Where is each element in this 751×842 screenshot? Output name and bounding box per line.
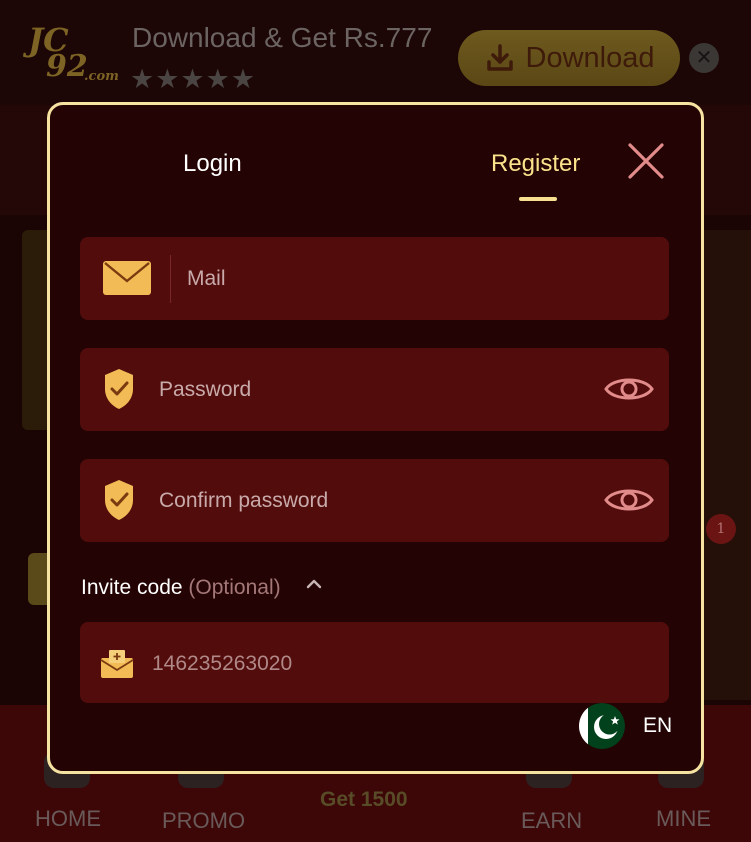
close-icon[interactable] <box>626 141 666 181</box>
nav-mine[interactable]: MINE <box>656 806 711 832</box>
banner-close-button[interactable]: ✕ <box>689 43 719 73</box>
rating-stars: ★★★★★ <box>130 64 257 94</box>
active-tab-indicator <box>519 197 557 201</box>
confirm-password-placeholder: Confirm password <box>159 489 329 512</box>
download-button-label: Download <box>525 41 655 74</box>
download-banner: JC 92 .com Download & Get Rs.777 ★★★★★ D… <box>0 0 751 105</box>
nav-earn[interactable]: EARN <box>521 808 582 834</box>
shield-check-icon <box>105 369 133 409</box>
invite-code-value: 146235263020 <box>152 652 293 675</box>
tab-register[interactable]: Register <box>491 150 580 178</box>
download-button[interactable]: Download <box>458 30 680 86</box>
mail-placeholder: Mail <box>187 267 226 290</box>
eye-icon[interactable] <box>604 484 654 516</box>
password-field[interactable]: Password <box>80 348 669 431</box>
chevron-up-icon[interactable] <box>305 575 323 593</box>
language-selector[interactable]: EN <box>579 703 672 749</box>
invite-code-label-text: Invite code <box>81 576 183 599</box>
shield-check-icon <box>105 480 133 520</box>
invite-code-label[interactable]: Invite code (Optional) <box>81 576 281 600</box>
download-icon <box>486 44 513 71</box>
nav-home[interactable]: HOME <box>35 806 101 832</box>
invite-code-optional: (Optional) <box>188 576 281 599</box>
register-modal: Login Register Mail Password Confirm pas… <box>47 102 704 774</box>
tab-login[interactable]: Login <box>183 150 242 178</box>
mail-field[interactable]: Mail <box>80 237 669 320</box>
background-game-column <box>700 230 751 700</box>
brand-logo: JC 92 .com <box>24 22 119 88</box>
language-code: EN <box>643 714 673 737</box>
pakistan-flag-icon <box>579 703 625 749</box>
mail-icon <box>103 261 151 295</box>
password-placeholder: Password <box>159 378 252 401</box>
banner-promo-text: Download & Get Rs.777 <box>132 22 433 53</box>
invite-code-field[interactable]: 146235263020 <box>80 622 669 703</box>
notification-badge: 1 <box>706 514 736 544</box>
logo-text-line2: 92 <box>46 49 88 84</box>
gift-mail-icon <box>100 650 134 678</box>
nav-promo[interactable]: PROMO <box>162 808 245 834</box>
confirm-password-field[interactable]: Confirm password <box>80 459 669 542</box>
logo-text-line3: .com <box>84 69 119 84</box>
field-divider <box>170 255 171 303</box>
eye-icon[interactable] <box>604 373 654 405</box>
nav-get-bonus[interactable]: Get 1500 <box>320 788 408 812</box>
